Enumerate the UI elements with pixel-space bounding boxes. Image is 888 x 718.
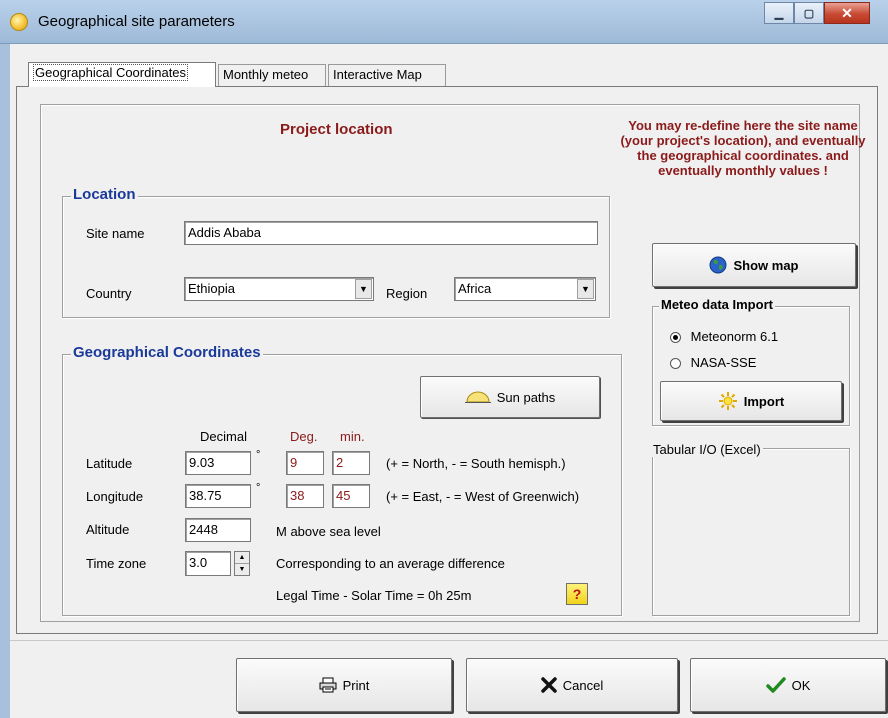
- site-name-input[interactable]: Addis Ababa: [184, 221, 598, 245]
- maximize-icon: ▢: [803, 7, 815, 20]
- longitude-input[interactable]: 38.75: [185, 484, 251, 508]
- degree-mark: °: [256, 482, 261, 494]
- site-name-label: Site name: [86, 226, 145, 241]
- country-value: Ethiopia: [188, 281, 235, 296]
- degree-mark: °: [256, 449, 261, 461]
- meteo-import-group-title: Meteo data Import: [659, 297, 775, 312]
- sun-paths-icon: [464, 391, 491, 403]
- timezone-note: Corresponding to an average difference: [276, 556, 505, 571]
- ok-button[interactable]: OK: [690, 658, 886, 712]
- sun-paths-button[interactable]: Sun paths: [420, 376, 600, 418]
- latitude-min-input[interactable]: 2: [332, 451, 370, 475]
- cancel-x-icon: [541, 677, 557, 693]
- help-button[interactable]: ?: [566, 583, 588, 605]
- tab-monthly-meteo[interactable]: Monthly meteo: [218, 64, 326, 86]
- deg-header: Deg.: [290, 429, 318, 444]
- country-select[interactable]: Ethiopia ▼: [184, 277, 374, 301]
- country-label: Country: [86, 286, 132, 301]
- spin-down-icon[interactable]: ▼: [235, 563, 249, 575]
- location-group-title: Location: [71, 186, 138, 203]
- region-label: Region: [386, 286, 428, 301]
- meteonorm-label: Meteonorm 6.1: [690, 329, 779, 344]
- legal-time-text: Legal Time - Solar Time = 0h 25m: [276, 588, 472, 603]
- altitude-input[interactable]: 2448: [185, 518, 251, 542]
- tab-label: Interactive Map: [333, 67, 422, 82]
- meteonorm-radio-row[interactable]: Meteonorm 6.1: [670, 329, 778, 344]
- chevron-down-icon[interactable]: ▼: [355, 279, 372, 299]
- window-title: Geographical site parameters: [38, 13, 235, 30]
- geo-coordinates-group-title: Geographical Coordinates: [71, 344, 263, 361]
- tabular-io-group-title: Tabular I/O (Excel): [651, 442, 763, 457]
- min-header: min.: [340, 429, 365, 444]
- info-text: You may re-define here the site name (yo…: [620, 118, 866, 178]
- close-icon: ✕: [841, 4, 853, 21]
- close-button[interactable]: ✕: [824, 2, 870, 24]
- nasa-radio-row[interactable]: NASA-SSE: [670, 355, 756, 370]
- radio-meteonorm[interactable]: [670, 332, 681, 344]
- tab-label: Monthly meteo: [223, 67, 309, 82]
- show-map-label: Show map: [733, 257, 799, 273]
- tab-interactive-map[interactable]: Interactive Map: [328, 64, 446, 86]
- print-button[interactable]: Print: [236, 658, 452, 712]
- tab-geographical-coordinates[interactable]: Geographical Coordinates: [28, 62, 216, 87]
- question-icon: ?: [572, 586, 582, 602]
- nasa-sse-label: NASA-SSE: [690, 355, 757, 370]
- maximize-button[interactable]: ▢: [794, 2, 824, 24]
- cancel-button[interactable]: Cancel: [466, 658, 678, 712]
- region-select[interactable]: Africa ▼: [454, 277, 596, 301]
- tabular-io-group: Tabular I/O (Excel): [651, 442, 850, 616]
- timezone-input[interactable]: 3.0: [185, 551, 231, 576]
- window-controls: ▁ ▢ ✕: [764, 2, 870, 24]
- app-icon: [10, 13, 28, 31]
- ok-label: OK: [791, 677, 811, 693]
- minimize-icon: ▁: [774, 7, 784, 20]
- spin-up-icon[interactable]: ▲: [235, 552, 249, 563]
- longitude-deg-input[interactable]: 38: [286, 484, 324, 508]
- latitude-label: Latitude: [86, 456, 133, 471]
- sun-paths-label: Sun paths: [496, 389, 556, 405]
- radio-nasa-sse[interactable]: [670, 358, 681, 370]
- tab-label: Geographical Coordinates: [33, 64, 189, 81]
- import-button[interactable]: Import: [660, 381, 842, 421]
- altitude-unit: M above sea level: [276, 524, 381, 539]
- latitude-input[interactable]: 9.03: [185, 451, 251, 475]
- globe-icon: [709, 256, 727, 274]
- altitude-label: Altitude: [86, 522, 130, 537]
- longitude-note: (+ = East, - = West of Greenwich): [386, 489, 580, 504]
- longitude-min-input[interactable]: 45: [332, 484, 370, 508]
- import-label: Import: [743, 393, 785, 409]
- chevron-down-icon[interactable]: ▼: [577, 279, 594, 299]
- region-value: Africa: [458, 281, 492, 296]
- project-location-title: Project location: [280, 121, 393, 138]
- checkmark-icon: [765, 677, 786, 693]
- cancel-label: Cancel: [562, 677, 604, 693]
- show-map-button[interactable]: Show map: [652, 243, 856, 287]
- timezone-stepper[interactable]: ▲ ▼: [234, 551, 250, 576]
- minimize-button[interactable]: ▁: [764, 2, 794, 24]
- printer-icon: [319, 677, 337, 693]
- print-label: Print: [342, 677, 370, 693]
- decimal-header: Decimal: [200, 429, 247, 444]
- timezone-label: Time zone: [86, 556, 147, 571]
- latitude-deg-input[interactable]: 9: [286, 451, 324, 475]
- longitude-label: Longitude: [86, 489, 144, 504]
- latitude-note: (+ = North, - = South hemisph.): [386, 456, 566, 471]
- sun-icon: [718, 392, 737, 410]
